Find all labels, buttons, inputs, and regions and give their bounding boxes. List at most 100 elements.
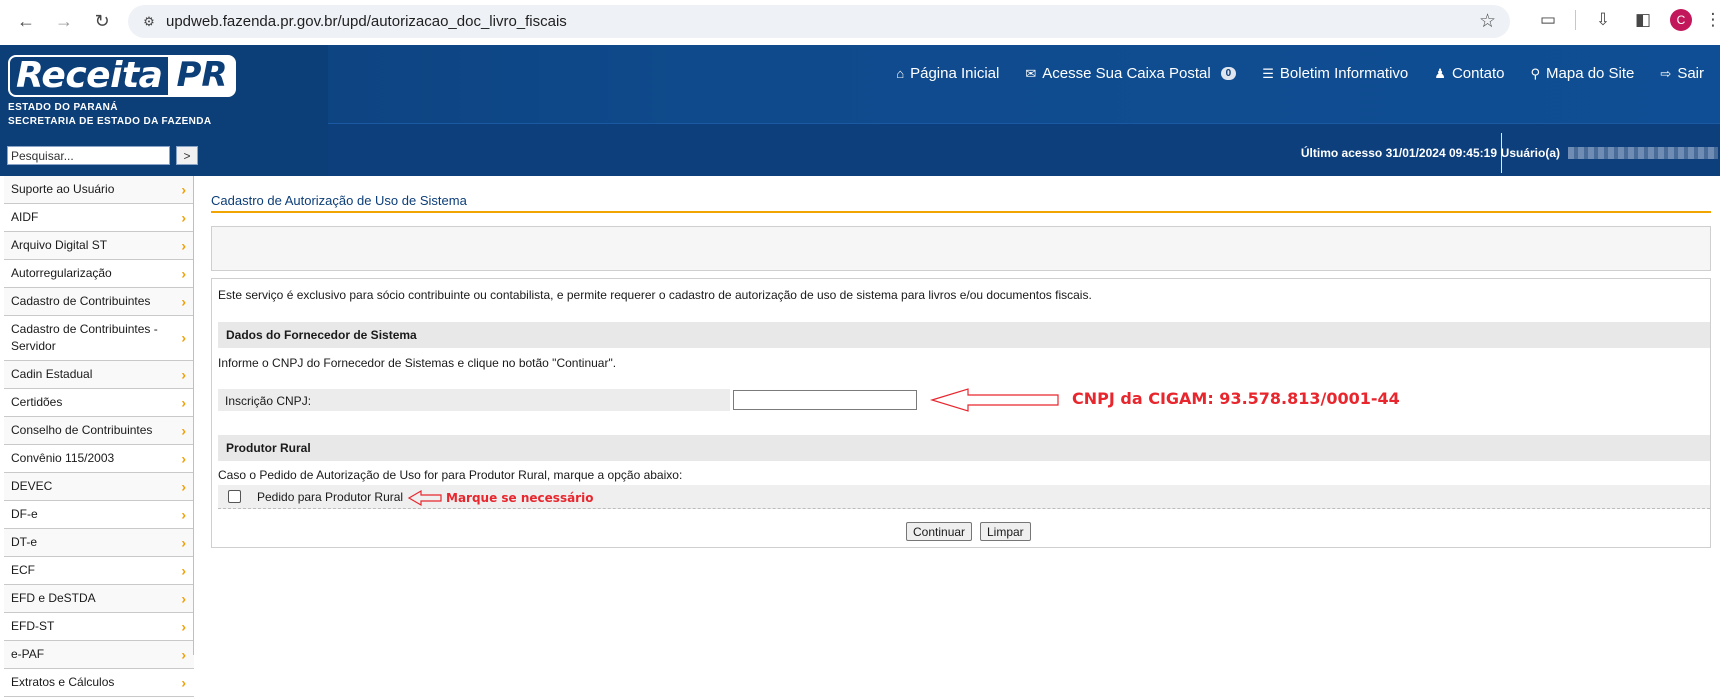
sidebar-item[interactable]: Certidões › <box>4 389 194 417</box>
sidebar-item[interactable]: Conselho de Contribuintes › <box>4 417 194 445</box>
download-icon[interactable]: ⇩ <box>1590 6 1616 34</box>
sidebar-item[interactable]: Suporte ao Usuário › <box>4 176 194 204</box>
nav-logout[interactable]: ⇨ Sair <box>1660 65 1704 82</box>
sidebar-item-label: Certidões <box>11 395 63 409</box>
logo-subtitle: ESTADO DO PARANÁ SECRETARIA DE ESTADO DA… <box>8 101 212 129</box>
nav-home-label: Página Inicial <box>910 65 1000 82</box>
side-panel-icon[interactable]: ◧ <box>1630 6 1656 34</box>
continue-button[interactable]: Continuar <box>906 522 973 541</box>
sidebar-menu: Suporte ao Usuário › AIDF › Arquivo Digital … <box>4 176 194 697</box>
sidebar-item-label: DEVEC <box>11 479 53 493</box>
receita-pr-logo[interactable]: Receita PR <box>8 55 236 97</box>
chevron-right-icon: › <box>181 422 186 438</box>
browser-toolbar: ← → ↻ ⚙ updweb.fazenda.pr.gov.br/upd/aut… <box>0 0 1720 42</box>
nav-sitemap[interactable]: ⚲ Mapa do Site <box>1530 65 1634 82</box>
nav-mailbox-label: Acesse Sua Caixa Postal <box>1042 65 1211 82</box>
list-icon: ☰ <box>1262 65 1274 81</box>
nav-mailbox[interactable]: ✉ Acesse Sua Caixa Postal 0 <box>1025 65 1237 82</box>
sidebar-item[interactable]: Arquivo Digital ST › <box>4 232 194 260</box>
back-icon[interactable]: ← <box>12 7 40 35</box>
chevron-right-icon: › <box>181 534 186 550</box>
sidebar-item-label: DT-e <box>11 535 38 549</box>
session-info-bar: Último acesso 31/01/2024 09:45:19 Usuári… <box>328 123 1720 176</box>
supplier-section-header: Dados do Fornecedor de Sistema <box>218 322 1710 348</box>
cnpj-annotation: CNPJ da CIGAM: 93.578.813/0001-44 <box>1072 389 1400 408</box>
sidebar-item[interactable]: AIDF › <box>4 204 194 232</box>
chevron-right-icon: › <box>181 478 186 494</box>
form-panel: Este serviço é exclusivo para sócio cont… <box>211 278 1711 548</box>
sidebar-item[interactable]: EFD e DeSTDA › <box>4 585 194 613</box>
sign-out-icon: ⇨ <box>1660 65 1672 81</box>
page-title: Cadastro de Autorização de Uso de Sistem… <box>211 176 1711 213</box>
sidebar-item[interactable]: Cadin Estadual › <box>4 361 194 389</box>
chevron-right-icon: › <box>181 366 186 382</box>
clear-button[interactable]: Limpar <box>980 522 1031 541</box>
site-header: Receita PR ESTADO DO PARANÁ SECRETARIA D… <box>0 45 1720 176</box>
logo-pr-text: PR <box>168 55 236 97</box>
sidebar-item[interactable]: DF-e › <box>4 501 194 529</box>
message-box <box>211 226 1711 271</box>
cnpj-input[interactable] <box>733 390 917 410</box>
sidebar-item-label: Extratos e Cálculos <box>11 675 115 689</box>
bookmark-star-icon[interactable]: ☆ <box>1479 10 1496 33</box>
chevron-right-icon: › <box>181 618 186 634</box>
sidebar-item-label: Conselho de Contribuintes <box>11 423 153 437</box>
sidebar-item[interactable]: DEVEC › <box>4 473 194 501</box>
sidebar-item-label: Autorregularização <box>11 266 112 280</box>
rural-section-header: Produtor Rural <box>218 435 1710 461</box>
reload-icon[interactable]: ↻ <box>88 7 116 35</box>
chevron-right-icon: › <box>181 209 186 225</box>
sidebar-item-label: e-PAF <box>11 647 45 661</box>
sidebar-border <box>193 176 194 655</box>
sidebar-item[interactable]: Autorregularização › <box>4 260 194 288</box>
logo-subtitle-line2: SECRETARIA DE ESTADO DA FAZENDA <box>8 116 212 127</box>
nav-bulletin[interactable]: ☰ Boletim Informativo <box>1262 65 1408 82</box>
home-icon: ⌂ <box>896 66 905 81</box>
chevron-right-icon: › <box>181 181 186 197</box>
address-bar[interactable]: ⚙ updweb.fazenda.pr.gov.br/upd/autorizac… <box>128 5 1510 38</box>
nav-contact-label: Contato <box>1451 65 1505 82</box>
chevron-right-icon: › <box>181 265 186 281</box>
user-label: Usuário(a) <box>1500 146 1560 160</box>
sidebar-item-label: EFD e DeSTDA <box>11 591 96 605</box>
extensions-icon[interactable]: ▭ <box>1535 6 1561 34</box>
sidebar-item[interactable]: Convênio 115/2003 › <box>4 445 194 473</box>
cnpj-arrow-annotation <box>930 388 1059 412</box>
sidebar-item-label: Cadin Estadual <box>11 367 93 381</box>
sidebar-item-label: Arquivo Digital ST <box>11 238 108 252</box>
nav-bulletin-label: Boletim Informativo <box>1279 65 1409 82</box>
sidebar-item[interactable]: e-PAF › <box>4 641 194 669</box>
chevron-right-icon: › <box>181 506 186 522</box>
users-icon: ♟ <box>1434 65 1446 81</box>
sidebar-item-label: AIDF <box>11 210 39 224</box>
sidebar-item-label: EFD-ST <box>11 619 55 633</box>
logo-main-text: Receita <box>8 55 169 97</box>
nav-home[interactable]: ⌂ Página Inicial <box>896 65 999 82</box>
profile-avatar[interactable]: C <box>1670 9 1692 31</box>
nav-contact[interactable]: ♟ Contato <box>1434 65 1504 82</box>
chevron-right-icon: › <box>181 394 186 410</box>
sidebar-item[interactable]: Cadastro de Contribuintes › <box>4 288 194 316</box>
chevron-right-icon: › <box>181 329 186 346</box>
forward-icon[interactable]: → <box>50 7 78 35</box>
search-input[interactable] <box>7 146 170 165</box>
main-content: Cadastro de Autorização de Uso de Sistem… <box>211 176 1711 548</box>
rural-instruction: Caso o Pedido de Autorização de Uso for … <box>218 468 683 482</box>
chevron-right-icon: › <box>181 674 186 690</box>
sidebar-item[interactable]: DT-e › <box>4 529 194 557</box>
sidebar-item[interactable]: ECF › <box>4 557 194 585</box>
cnpj-label: Inscrição CNPJ: <box>218 389 730 411</box>
url-text[interactable]: updweb.fazenda.pr.gov.br/upd/autorizacao… <box>166 13 567 30</box>
rural-checkbox[interactable] <box>228 490 241 503</box>
search-button[interactable]: > <box>176 146 198 165</box>
redacted-username <box>1568 147 1718 159</box>
sidebar-item[interactable]: Cadastro de Contribuintes - Servidor › <box>4 316 194 361</box>
sidebar-item[interactable]: Extratos e Cálculos › <box>4 669 194 697</box>
site-info-icon[interactable]: ⚙ <box>138 11 160 33</box>
logo-area: Receita PR ESTADO DO PARANÁ SECRETARIA D… <box>0 45 328 176</box>
sidebar-item-label: Convênio 115/2003 <box>11 451 115 465</box>
menu-icon[interactable]: ⋮ <box>1705 6 1720 34</box>
sidebar-item[interactable]: EFD-ST › <box>4 613 194 641</box>
map-marker-icon: ⚲ <box>1530 65 1541 81</box>
rural-checkbox-label[interactable]: Pedido para Produtor Rural <box>257 490 403 504</box>
